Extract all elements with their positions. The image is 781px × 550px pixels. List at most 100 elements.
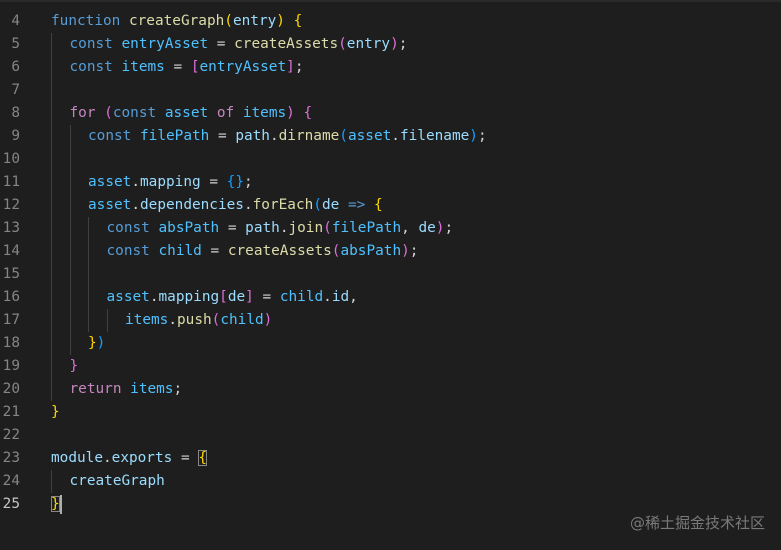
watermark: @稀土掘金技术社区 <box>629 514 765 532</box>
code-token: ) <box>276 13 285 29</box>
code-line[interactable]: 5 const entryAsset = createAssets(entry); <box>0 33 781 56</box>
code-token: mapping <box>140 174 201 190</box>
code-token: absPath <box>340 243 402 259</box>
indent-guide <box>51 217 52 240</box>
code-line[interactable]: 22 <box>0 424 781 447</box>
code-token: createGraph <box>69 473 165 489</box>
code-line[interactable]: 24 createGraph <box>0 470 781 493</box>
code-token: ( <box>313 197 322 213</box>
code-token: de <box>418 220 436 236</box>
line-content[interactable]: asset.mapping = {}; <box>88 171 253 194</box>
indent-guide <box>51 102 52 125</box>
code-token: createAssets <box>227 243 332 259</box>
line-content[interactable]: const filePath = path.dirname(asset.file… <box>88 125 487 148</box>
line-number: 25 <box>2 496 20 512</box>
code-token: absPath <box>158 220 220 236</box>
line-number: 8 <box>11 105 20 121</box>
code-token: . <box>269 128 279 144</box>
indent-guide <box>51 240 52 263</box>
code-token: . <box>323 289 332 305</box>
code-line[interactable]: 9 const filePath = path.dirname(asset.fil… <box>0 125 781 148</box>
code-token: ( <box>224 13 233 29</box>
line-content[interactable]: } <box>51 493 60 516</box>
code-line[interactable]: 16 asset.mapping[de] = child.id, <box>0 286 781 309</box>
code-token: items <box>130 381 174 397</box>
line-content[interactable]: }) <box>88 332 105 355</box>
line-content[interactable]: const entryAsset = createAssets(entry); <box>70 33 408 56</box>
indent-guide <box>51 355 52 378</box>
code-token: . <box>149 289 159 305</box>
line-content[interactable]: const child = createAssets(absPath); <box>107 240 419 263</box>
code-token: items <box>242 105 287 121</box>
code-line[interactable]: 14 const child = createAssets(absPath); <box>0 240 781 263</box>
code-token: asset <box>106 289 150 305</box>
code-token: ; <box>294 59 304 75</box>
code-line[interactable]: 4 function createGraph(entry) { <box>0 10 781 33</box>
code-line[interactable]: 10 <box>0 148 781 171</box>
code-token: mapping <box>158 289 220 305</box>
code-token: ; <box>444 220 454 236</box>
code-token: const <box>106 220 150 236</box>
code-token: = <box>253 289 280 305</box>
line-content[interactable]: function createGraph(entry) { <box>51 10 302 33</box>
line-content[interactable]: asset.dependencies.forEach(de => { <box>88 194 383 217</box>
code-token: [ <box>190 59 200 75</box>
code-line[interactable]: 12 asset.dependencies.forEach(de => { <box>0 194 781 217</box>
indent-guide <box>69 332 71 355</box>
code-line[interactable]: 15 <box>0 263 781 286</box>
indent-guide <box>88 217 89 240</box>
line-content[interactable]: } <box>51 401 60 424</box>
line-content[interactable]: createGraph <box>70 470 165 493</box>
code-token: function <box>51 13 121 29</box>
code-token: de <box>227 289 246 305</box>
indent-guide <box>51 263 52 286</box>
code-line[interactable]: 19} <box>0 355 781 378</box>
line-content[interactable]: return items; <box>70 378 183 401</box>
indent-guide <box>69 171 71 194</box>
code-token: } <box>88 335 97 351</box>
code-line[interactable]: 6 const items = [entryAsset]; <box>0 56 781 79</box>
line-content[interactable]: const absPath = path.join(filePath, de); <box>107 217 454 240</box>
indent-guide <box>51 194 52 217</box>
code-token: items <box>121 59 165 75</box>
line-content[interactable]: const items = [entryAsset]; <box>70 56 304 79</box>
code-token: child <box>279 289 324 305</box>
code-line[interactable]: 11 asset.mapping = {}; <box>0 171 781 194</box>
indent-guide <box>51 332 52 355</box>
line-number: 20 <box>2 381 20 397</box>
line-content[interactable]: items.push(child) <box>125 309 272 332</box>
code-token: de <box>321 197 340 213</box>
line-content[interactable]: } <box>70 355 79 378</box>
code-token: const <box>106 243 150 259</box>
code-line[interactable]: 8 for (const asset of items) { <box>0 102 781 125</box>
code-line[interactable]: 7 <box>0 79 781 102</box>
code-token: . <box>391 128 400 144</box>
line-content[interactable]: asset.mapping[de] = child.id, <box>107 286 358 309</box>
code-editor[interactable]: 4 function createGraph(entry) { 5 const ent… <box>0 0 781 550</box>
code-line[interactable]: 13 const absPath = path.join(filePath, de… <box>0 217 781 240</box>
indent-guide <box>69 240 71 263</box>
line-content[interactable]: for (const asset of items) { <box>70 102 313 125</box>
code-line[interactable]: 23 module.exports = { <box>0 447 781 470</box>
code-token: dependencies <box>140 197 244 213</box>
code-line[interactable]: 21} <box>0 401 781 424</box>
code-token: . <box>102 450 112 466</box>
code-token: exports <box>111 450 173 466</box>
code-line[interactable]: 20 return items; <box>0 378 781 401</box>
line-number: 5 <box>11 36 20 52</box>
code-token: ; <box>409 243 419 259</box>
code-line[interactable]: 17 items.push(child) <box>0 309 781 332</box>
code-line[interactable]: 18}) <box>0 332 781 355</box>
code-token: items <box>125 312 169 328</box>
code-token: ) <box>96 335 106 351</box>
code-token: push <box>177 312 212 328</box>
line-content[interactable]: module.exports = { <box>51 447 207 470</box>
line-number: 15 <box>2 266 20 282</box>
